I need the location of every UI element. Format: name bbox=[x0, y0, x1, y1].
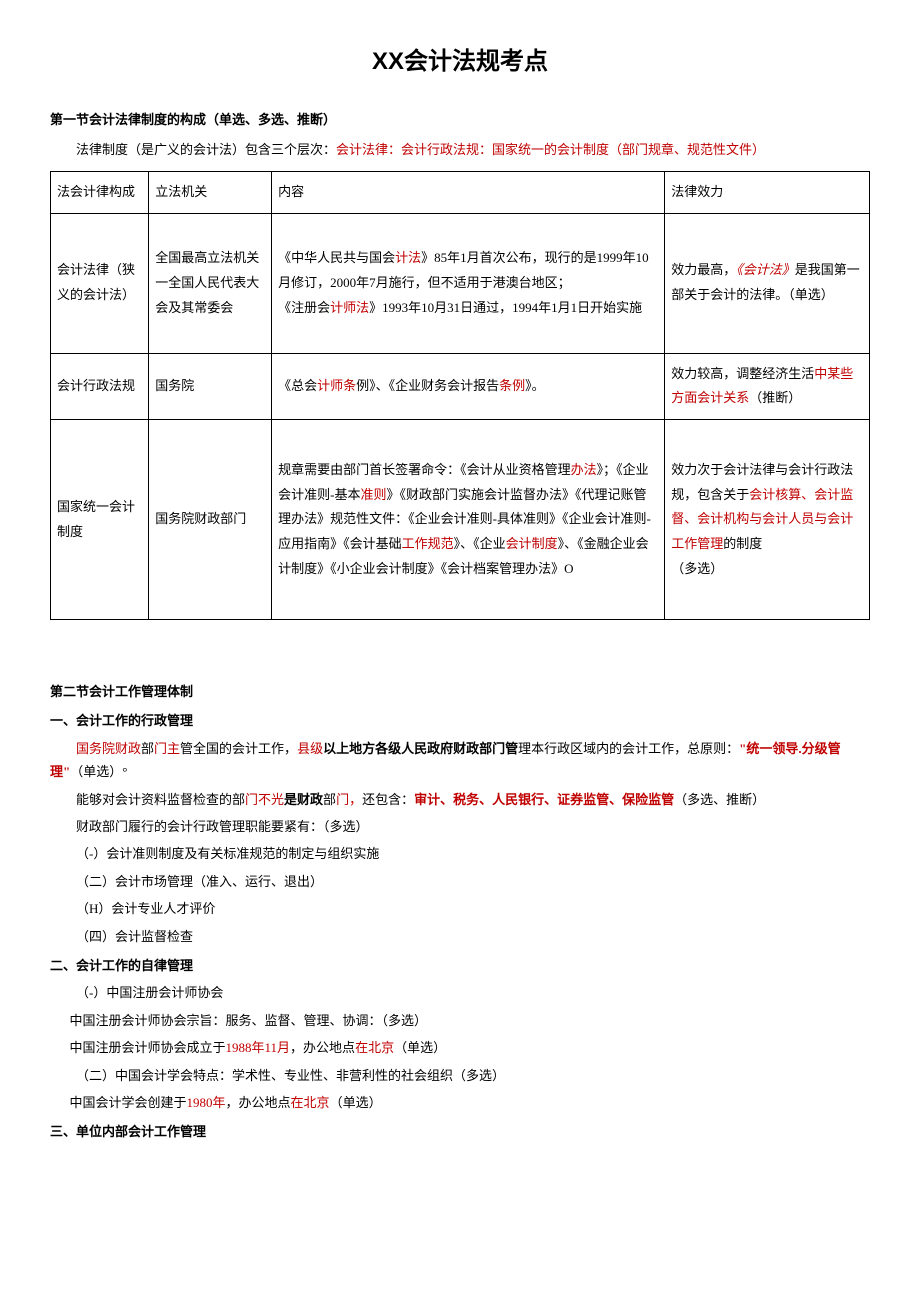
p1c: 理本行政区域内的会计工作，总原则： bbox=[518, 741, 739, 756]
p1b: 管全国的会计工作， bbox=[180, 741, 297, 756]
r2c3: 《总会计师条例》、《企业财务会计报告条例》。 bbox=[272, 353, 665, 419]
p1bold: 以上地方各级人民政府财政部门管 bbox=[323, 741, 518, 756]
p12: 中国会计学会创建于1980年，办公地点在北京（单选） bbox=[50, 1091, 870, 1114]
table-row: 会计法律（狭义的会计法） 全国最高立法机关 一全国人民代表大会及其常委会 《中华… bbox=[51, 213, 870, 353]
table-header-row: 法会计律构成 立法机关 内容 法律效力 bbox=[51, 171, 870, 213]
p11: （二）中国会计学会特点：学术性、专业性、非营利性的社会组织（多选） bbox=[50, 1064, 870, 1087]
th-effect: 法律效力 bbox=[665, 171, 870, 213]
p2r2: 门， bbox=[336, 792, 362, 807]
p10r1: 1988年11月 bbox=[226, 1040, 291, 1055]
r2c3a3: 》。 bbox=[525, 378, 545, 393]
p2: 能够对会计资料监督检查的部门不光是财政部门，还包含：审计、税务、人民银行、证券监… bbox=[50, 788, 870, 811]
r1c3ar: 计法 bbox=[395, 250, 421, 265]
p1r3: 县级 bbox=[297, 741, 323, 756]
p10r2: 在北京 bbox=[355, 1040, 394, 1055]
th-composition: 法会计律构成 bbox=[51, 171, 149, 213]
r1c2b: 一全国人民代表大会及其常委会 bbox=[155, 275, 259, 315]
p1: 国务院财政部门主管全国的会计工作，县级以上地方各级人民政府财政部门管理本行政区域… bbox=[50, 737, 870, 784]
p2d: （多选、推断） bbox=[674, 792, 765, 807]
r3c3r3: 工作规范 bbox=[402, 536, 454, 551]
p2a: 能够对会计资料监督检查的部 bbox=[76, 792, 245, 807]
r2c3ar: 计师条 bbox=[317, 378, 356, 393]
p1a: 部 bbox=[141, 741, 154, 756]
r2c2: 国务院 bbox=[149, 353, 272, 419]
p12b: ，办公地点 bbox=[226, 1095, 291, 1110]
r1c2a: 全国最高立法机关 bbox=[155, 250, 259, 265]
p8: （-）中国注册会计师协会 bbox=[50, 981, 870, 1004]
p2c: 还包含： bbox=[362, 792, 414, 807]
r1c3b2: 》1993年10月31日通过，1994年1月1日开始实施 bbox=[369, 300, 642, 315]
section2-heading: 第二节会计工作管理体制 bbox=[50, 680, 870, 703]
th-content: 内容 bbox=[272, 171, 665, 213]
p2r3: 审计、税务、人民银行、证券监管、保险监管 bbox=[414, 792, 674, 807]
p9: 中国注册会计师协会宗旨：服务、监督、管理、协调：（多选） bbox=[50, 1009, 870, 1032]
r3c3d: 》、《企业 bbox=[454, 536, 506, 551]
sub3: 三、单位内部会计工作管理 bbox=[50, 1120, 870, 1143]
p12a: 中国会计学会创建于 bbox=[70, 1095, 187, 1110]
r2c3ar2: 条例 bbox=[499, 378, 525, 393]
th-authority: 立法机关 bbox=[149, 171, 272, 213]
r2c1: 会计行政法规 bbox=[51, 353, 149, 419]
r1c3: 《中华人民共与国会计法》85年1月首次公布，现行的是1999年10月修订，200… bbox=[272, 213, 665, 353]
r3c3r1: 办法 bbox=[571, 462, 597, 477]
r3c1: 国家统一会计制度 bbox=[51, 420, 149, 620]
p12r2: 在北京 bbox=[291, 1095, 330, 1110]
intro-pre: 法律制度（是广义的会计法）包含三个层次： bbox=[76, 142, 336, 157]
r2c4a: 效力较高，调整经济生活 bbox=[671, 366, 814, 381]
r1c3b: 《注册会 bbox=[278, 300, 330, 315]
p3: 财政部门履行的会计行政管理职能要紧有：（多选） bbox=[50, 815, 870, 838]
r1c4: 效力最高，《会计法》是我国第一部关于会计的法律。（单选） bbox=[665, 213, 870, 353]
p1r2: 门主 bbox=[154, 741, 180, 756]
r3c3r4: 会计制度 bbox=[506, 536, 558, 551]
law-table: 法会计律构成 立法机关 内容 法律效力 会计法律（狭义的会计法） 全国最高立法机… bbox=[50, 171, 870, 620]
p2b: 部 bbox=[323, 792, 336, 807]
r1c4a: 效力最高， bbox=[671, 262, 736, 277]
r1c4r: 《会计法》 bbox=[736, 262, 795, 277]
p10c: （单选） bbox=[394, 1040, 446, 1055]
r3c3: 规章需要由部门首长签署命令：《会计从业资格管理办法》；《企业会计准则-基本准则》… bbox=[272, 420, 665, 620]
intro-red: 会计法律：会计行政法规：国家统一的会计制度（部门规章、规范性文件） bbox=[336, 142, 765, 157]
r2c3a: 《总会 bbox=[278, 378, 317, 393]
p12c: （单选） bbox=[330, 1095, 382, 1110]
sub1: 一、会计工作的行政管理 bbox=[50, 709, 870, 732]
p10a: 中国注册会计师协会成立于 bbox=[70, 1040, 226, 1055]
r2c4b: （推断） bbox=[749, 390, 801, 405]
r1c3br: 计师法 bbox=[330, 300, 369, 315]
r3c4: 效力次于会计法律与会计行政法规，包含关于会计核算、会计监督、会计机构与会计人员与… bbox=[665, 420, 870, 620]
p6: （H）会计专业人才评价 bbox=[50, 897, 870, 920]
r2c4: 效力较高，调整经济生活中某些方面会计关系（推断） bbox=[665, 353, 870, 419]
table-row: 国家统一会计制度 国务院财政部门 规章需要由部门首长签署命令：《会计从业资格管理… bbox=[51, 420, 870, 620]
sub2: 二、会计工作的自律管理 bbox=[50, 954, 870, 977]
p5: （二）会计市场管理（准入、运行、退出） bbox=[50, 870, 870, 893]
p1r1: 国务院财政 bbox=[76, 741, 141, 756]
r1c3a: 《中华人民共与国会 bbox=[278, 250, 395, 265]
page-title: XX会计法规考点 bbox=[50, 40, 870, 83]
p12r1: 1980年 bbox=[187, 1095, 226, 1110]
r2c3a2: 例》、《企业财务会计报告 bbox=[356, 378, 499, 393]
r3c3r2: 准则 bbox=[360, 487, 386, 502]
r1c1: 会计法律（狭义的会计法） bbox=[51, 213, 149, 353]
r1c2: 全国最高立法机关 一全国人民代表大会及其常委会 bbox=[149, 213, 272, 353]
r3c4b: 的制度 bbox=[723, 536, 762, 551]
p4: （-）会计准则制度及有关标准规范的制定与组织实施 bbox=[50, 842, 870, 865]
p7: （四）会计监督检查 bbox=[50, 925, 870, 948]
p2r1: 门不光 bbox=[245, 792, 284, 807]
section1-heading: 第一节会计法律制度的构成（单选、多选、推断） bbox=[50, 108, 870, 131]
p10b: ，办公地点 bbox=[290, 1040, 355, 1055]
section1-intro: 法律制度（是广义的会计法）包含三个层次：会计法律：会计行政法规：国家统一的会计制… bbox=[50, 138, 870, 161]
p1d: （单选）° bbox=[70, 764, 127, 779]
r3c3a: 规章需要由部门首长签署命令：《会计从业资格管理 bbox=[278, 462, 571, 477]
table-row: 会计行政法规 国务院 《总会计师条例》、《企业财务会计报告条例》。 效力较高，调… bbox=[51, 353, 870, 419]
r3c4c: （多选） bbox=[671, 561, 723, 576]
p10: 中国注册会计师协会成立于1988年11月，办公地点在北京（单选） bbox=[50, 1036, 870, 1059]
r3c2: 国务院财政部门 bbox=[149, 420, 272, 620]
p2bold: 是财政 bbox=[284, 792, 323, 807]
